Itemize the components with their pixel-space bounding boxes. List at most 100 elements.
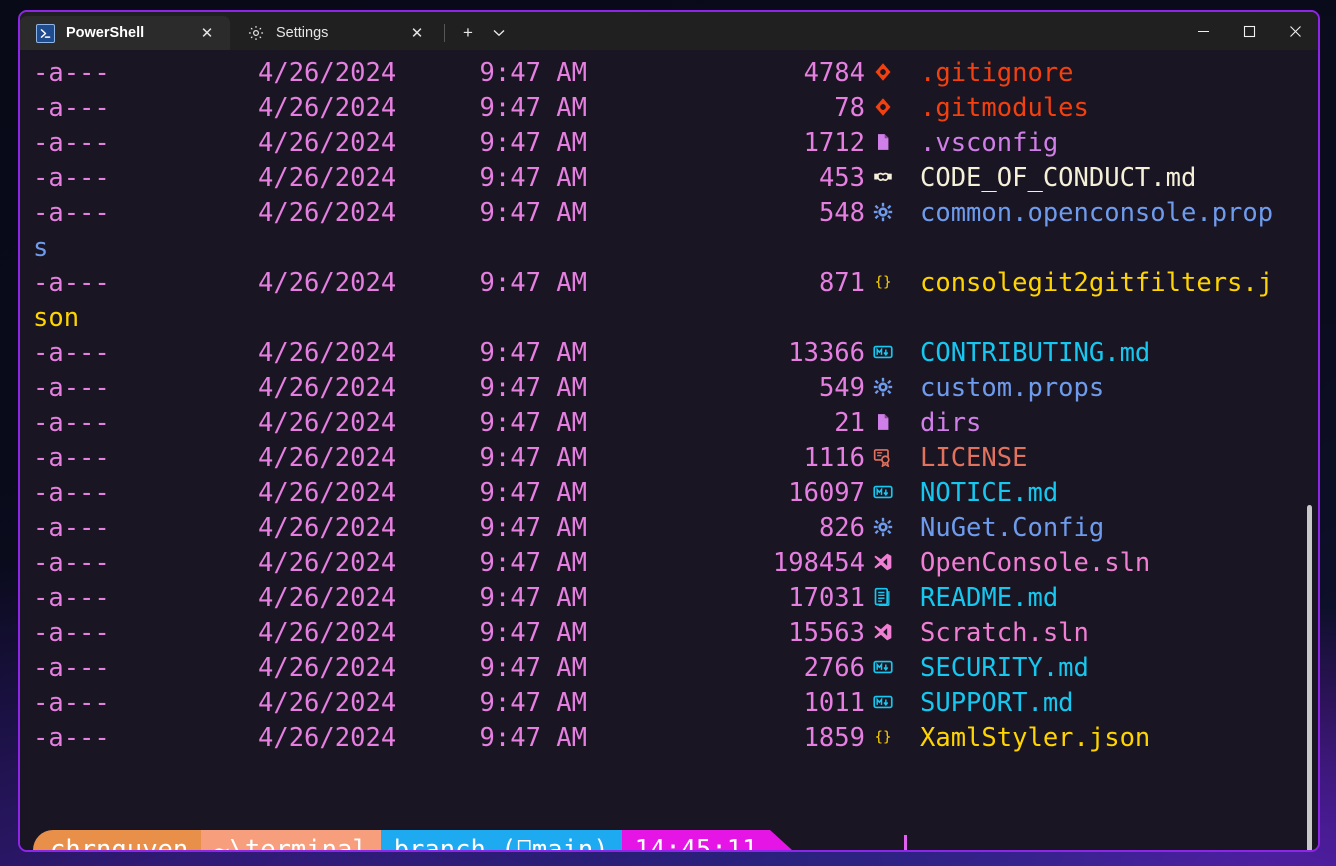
prompt-arrow-icon	[770, 830, 792, 850]
size: 826	[620, 511, 865, 546]
markdown-icon	[868, 476, 898, 511]
handshake-icon	[868, 161, 898, 196]
time: 9:47 AM	[462, 616, 587, 651]
mode: -a---	[33, 196, 110, 231]
file-name: OpenConsole.sln	[920, 546, 1150, 581]
file-name: .gitmodules	[920, 91, 1089, 126]
mode: -a---	[33, 686, 110, 721]
close-button[interactable]	[1272, 12, 1318, 50]
file-name: .vsconfig	[920, 126, 1058, 161]
svg-text:{}: {}	[874, 275, 891, 291]
mode: -a---	[33, 56, 110, 91]
close-icon[interactable]: ✕	[193, 20, 221, 46]
file-icon	[868, 126, 898, 161]
listing-row: -a---4/26/20249:47 AM78.gitmodules	[20, 91, 1318, 126]
date: 4/26/2024	[258, 196, 396, 231]
listing-row: -a---4/26/20249:47 AM1859{}XamlStyler.js…	[20, 721, 1318, 756]
file-name: LICENSE	[920, 441, 1027, 476]
gear-file-icon	[868, 511, 898, 546]
date: 4/26/2024	[258, 476, 396, 511]
solution-icon	[868, 616, 898, 651]
date: 4/26/2024	[258, 126, 396, 161]
listing-row: -a---4/26/20249:47 AM15563Scratch.sln	[20, 616, 1318, 651]
time: 9:47 AM	[462, 336, 587, 371]
tab-strip: PowerShell ✕ Settings ✕ +	[20, 12, 513, 50]
size: 549	[620, 371, 865, 406]
solution-icon	[868, 546, 898, 581]
date: 4/26/2024	[258, 371, 396, 406]
chevron-down-icon[interactable]	[485, 16, 513, 50]
mode: -a---	[33, 441, 110, 476]
file-name: son	[33, 301, 79, 336]
text-cursor	[904, 835, 907, 850]
time: 9:47 AM	[462, 406, 587, 441]
size: 1011	[620, 686, 865, 721]
date: 4/26/2024	[258, 91, 396, 126]
new-tab-button[interactable]: +	[451, 16, 485, 50]
mode: -a---	[33, 336, 110, 371]
size: 1116	[620, 441, 865, 476]
file-icon	[868, 406, 898, 441]
size: 1712	[620, 126, 865, 161]
file-name: SECURITY.md	[920, 651, 1089, 686]
powershell-icon	[36, 24, 55, 43]
json-icon: {}	[868, 721, 898, 756]
markdown-icon	[868, 336, 898, 371]
git-icon	[868, 56, 898, 91]
time: 9:47 AM	[462, 686, 587, 721]
date: 4/26/2024	[258, 406, 396, 441]
size: 871	[620, 266, 865, 301]
time: 9:47 AM	[462, 441, 587, 476]
date: 4/26/2024	[258, 651, 396, 686]
size: 2766	[620, 651, 865, 686]
gear-icon	[246, 24, 265, 43]
size: 1859	[620, 721, 865, 756]
terminal-pane[interactable]: -a---4/26/20249:47 AM4784.gitignore-a---…	[20, 50, 1318, 850]
json-icon: {}	[868, 266, 898, 301]
close-icon[interactable]: ✕	[403, 20, 431, 46]
scrollbar[interactable]	[1306, 50, 1314, 850]
tab-powershell[interactable]: PowerShell ✕	[20, 16, 230, 50]
maximize-button[interactable]	[1226, 12, 1272, 50]
svg-text:{}: {}	[874, 730, 891, 746]
listing-row: -a---4/26/20249:47 AM1116LICENSE	[20, 441, 1318, 476]
gear-file-icon	[868, 196, 898, 231]
date: 4/26/2024	[258, 336, 396, 371]
mode: -a---	[33, 581, 110, 616]
listing-row: -a---4/26/20249:47 AM549custom.props	[20, 371, 1318, 406]
tab-settings[interactable]: Settings ✕	[230, 16, 440, 50]
size: 17031	[620, 581, 865, 616]
listing-row: -a---4/26/20249:47 AM17031README.md	[20, 581, 1318, 616]
file-name: .gitignore	[920, 56, 1074, 91]
minimize-button[interactable]	[1180, 12, 1226, 50]
listing-row: -a---4/26/20249:47 AM198454OpenConsole.s…	[20, 546, 1318, 581]
readme-icon	[868, 581, 898, 616]
time: 9:47 AM	[462, 161, 587, 196]
time: 9:47 AM	[462, 56, 587, 91]
file-name: README.md	[920, 581, 1058, 616]
scrollbar-thumb[interactable]	[1307, 505, 1312, 850]
date: 4/26/2024	[258, 616, 396, 651]
terminal-window: PowerShell ✕ Settings ✕ +	[18, 10, 1320, 852]
time: 9:47 AM	[462, 651, 587, 686]
file-name: common.openconsole.prop	[920, 196, 1273, 231]
size: 13366	[620, 336, 865, 371]
mode: -a---	[33, 266, 110, 301]
file-name: SUPPORT.md	[920, 686, 1074, 721]
time: 9:47 AM	[462, 476, 587, 511]
size: 16097	[620, 476, 865, 511]
size: 548	[620, 196, 865, 231]
listing-row: -a---4/26/20249:47 AM826NuGet.Config	[20, 511, 1318, 546]
mode: -a---	[33, 476, 110, 511]
listing-row: -a---4/26/20249:47 AM2766SECURITY.md	[20, 651, 1318, 686]
time: 9:47 AM	[462, 581, 587, 616]
mode: -a---	[33, 616, 110, 651]
markdown-icon	[868, 651, 898, 686]
listing-row: -a---4/26/20249:47 AM548common.openconso…	[20, 196, 1318, 231]
divider	[444, 24, 445, 42]
file-name: NuGet.Config	[920, 511, 1104, 546]
size: 198454	[620, 546, 865, 581]
listing-row: -a---4/26/20249:47 AM871{}consolegit2git…	[20, 266, 1318, 301]
time: 9:47 AM	[462, 546, 587, 581]
file-name: CODE_OF_CONDUCT.md	[920, 161, 1196, 196]
